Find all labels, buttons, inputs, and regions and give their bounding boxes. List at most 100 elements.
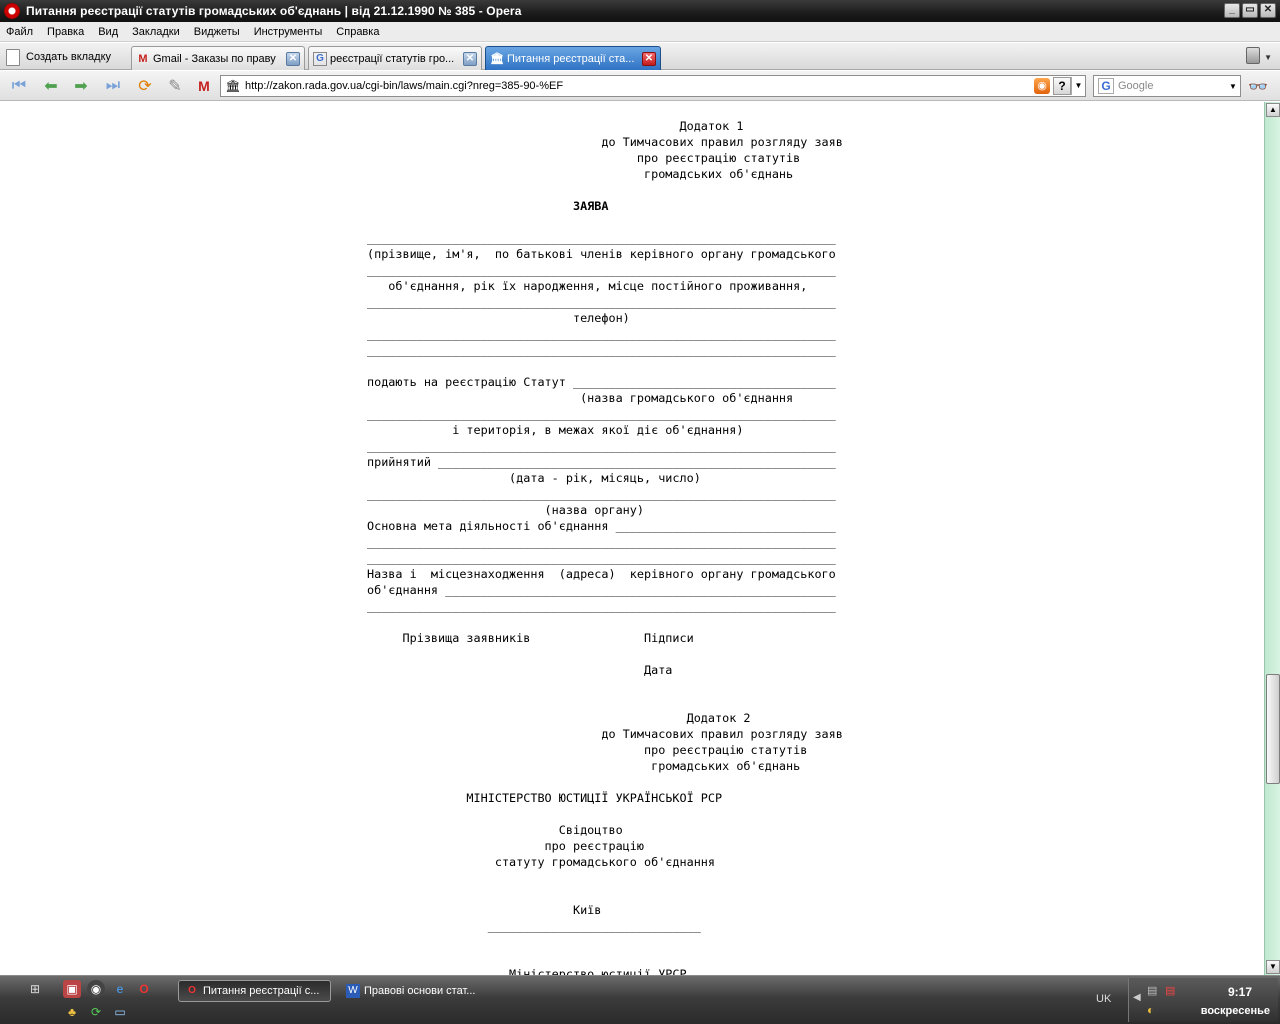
back-icon[interactable]: ⬅ [40,76,62,96]
page-content: Додаток 1 до Тимчасових правил розгляду … [0,102,1264,975]
maximize-button[interactable]: ▭ [1242,3,1258,18]
taskbar-item-opera[interactable]: O Питання реєстрації с... [178,980,331,1002]
menu-file[interactable]: Файл [6,26,33,38]
document-line: ________________________________________… [367,263,836,277]
chevron-down-icon[interactable]: ▼ [1226,82,1240,91]
law-document-text: Додаток 1 до Тимчасових правил розгляду … [367,118,843,975]
document-line: телефон) [367,311,630,325]
document-line: об'єднання _____________________________… [367,583,836,597]
media-player-icon[interactable]: ◉ [87,980,105,998]
rss-icon[interactable]: ◉ [1034,78,1050,94]
clock-day: воскресенье [1200,1005,1270,1017]
taskbar: ⊞ ▣ ◉ e O ♣ ⟳ ▭ O Питання реєстрації с..… [0,975,1280,1024]
opera-logo-icon [4,3,20,19]
address-bar[interactable]: 🏛 http://zakon.rada.gov.ua/cgi-bin/laws/… [220,75,1086,97]
close-window-button[interactable]: ✕ [1260,3,1276,18]
close-tab-icon[interactable]: ✕ [286,51,300,66]
document-line: прийнятий ______________________________… [367,455,836,469]
document-line: Міністерство юстиції УРСР [367,967,687,975]
menu-help[interactable]: Справка [336,26,379,38]
navigation-toolbar: ⏮ ⬅ ➡ ⏭ ⟳ ✎ M 🏛 http://zakon.rada.gov.ua… [0,71,1280,101]
sync-icon[interactable]: ⟳ [87,1003,105,1021]
opera-icon[interactable]: O [135,980,153,998]
document-line: до Тимчасових правил розгляду заяв [367,135,843,149]
document-line: про реєстрацію статутів [367,151,801,165]
start-windows-icon[interactable]: ⊞ [26,980,44,998]
user-icon[interactable]: ♣ [63,1003,81,1021]
menu-edit[interactable]: Правка [47,26,84,38]
menu-view[interactable]: Вид [98,26,118,38]
document-line: (дата - рік, місяць, число) [367,471,701,485]
menu-tools[interactable]: Инструменты [254,26,323,38]
google-icon: G [313,51,327,66]
fast-forward-icon[interactable]: ⏭ [102,76,124,96]
desktop-icon[interactable]: ▭ [111,1003,129,1021]
menu-bar: Файл Правка Вид Закладки Виджеты Инструм… [0,22,1280,42]
document-line: ________________________________________… [367,599,836,613]
rada-icon: 🏛 [490,52,504,65]
edit-icon[interactable]: ✎ [164,76,186,96]
document-line: Назва і місцезнаходження (адреса) керівн… [367,567,836,581]
app-quicklaunch-icon[interactable]: ▣ [63,980,81,998]
clock-time[interactable]: 9:17 [1228,985,1252,999]
opera-icon: O [188,985,196,996]
document-line: (назва громадського об'єднання [367,391,794,405]
document-line: Дата [367,663,673,677]
network-alert-icon[interactable]: ▤ [1165,984,1175,997]
tab-google-search[interactable]: G реєстрації статутів гро... ✕ [308,46,482,70]
document-line: об'єднання, рік їх народження, місце пос… [367,279,808,293]
url-field[interactable]: http://zakon.rada.gov.ua/cgi-bin/laws/ma… [245,80,1034,92]
scroll-up-icon[interactable]: ▲ [1266,103,1280,117]
window-titlebar[interactable]: Питання реєстрації статутів громадських … [0,0,1280,22]
close-tab-icon[interactable]: ✕ [642,51,656,66]
document-line: ______________________________ [367,919,701,933]
document-line: і територія, в межах якої діє об'єднання… [367,423,744,437]
reload-icon[interactable]: ⟳ [134,76,156,96]
scroll-down-icon[interactable]: ▼ [1266,960,1280,974]
document-line: ________________________________________… [367,343,836,357]
search-box[interactable]: G Google ▼ [1093,75,1241,97]
tab-gmail[interactable]: M Gmail - Заказы по праву ✕ [131,46,305,70]
taskbar-item-word[interactable]: W Правові основи стат... [340,980,493,1002]
document-line: Основна мета діяльності об'єднання _____… [367,519,836,533]
chevron-down-icon[interactable]: ▼ [1264,53,1272,62]
gmail-icon: M [138,52,148,65]
document-line: статуту громадського об'єднання [367,855,716,869]
gmail-icon[interactable]: M [193,76,215,96]
menu-bookmarks[interactable]: Закладки [132,26,180,38]
document-line: (прізвище, ім'я, по батькові членів кері… [367,247,836,261]
tab-active-document[interactable]: 🏛 Питання реєстрації ста... ✕ [485,46,661,70]
tab-label: Питання реєстрації ста... [507,52,635,65]
rewind-icon[interactable]: ⏮ [8,76,30,96]
language-indicator[interactable]: UK [1096,993,1111,1005]
document-line: громадських об'єднань [367,759,801,773]
new-tab-button[interactable]: Создать вкладку [6,46,111,68]
glasses-icon[interactable]: 👓 [1248,77,1268,97]
google-icon: G [1098,78,1114,94]
document-line: про реєстрацію [367,839,644,853]
window-title: Питання реєстрації статутів громадських … [26,4,522,18]
tab-bar: Создать вкладку M Gmail - Заказы по прав… [0,43,1280,70]
network-icon[interactable]: ▤ [1147,984,1157,997]
scroll-thumb[interactable] [1266,674,1280,784]
internet-explorer-icon[interactable]: e [111,980,129,998]
tab-label: реєстрації статутів гро... [330,52,455,65]
minimize-button[interactable]: _ [1224,3,1240,18]
document-line: ________________________________________… [367,535,836,549]
close-tab-icon[interactable]: ✕ [463,51,477,66]
chevron-down-icon[interactable]: ▼ [1071,77,1085,95]
chevron-left-icon[interactable]: ◀ [1133,992,1141,1003]
forward-icon[interactable]: ➡ [70,76,92,96]
menu-widgets[interactable]: Виджеты [194,26,240,38]
security-icon[interactable]: ◐ [1147,1003,1154,1017]
document-line: про реєстрацію статутів [367,743,808,757]
document-line: ________________________________________… [367,295,836,309]
vertical-scrollbar[interactable]: ▲ ▼ [1264,102,1280,975]
document-line: подають на реєстрацію Статут ___________… [367,375,836,389]
document-line: Додаток 2 [367,711,751,725]
help-button[interactable]: ? [1053,77,1071,95]
search-input[interactable]: Google [1118,80,1226,92]
new-tab-icon [6,48,20,66]
trash-icon[interactable] [1246,47,1260,64]
document-line: Київ [367,903,602,917]
